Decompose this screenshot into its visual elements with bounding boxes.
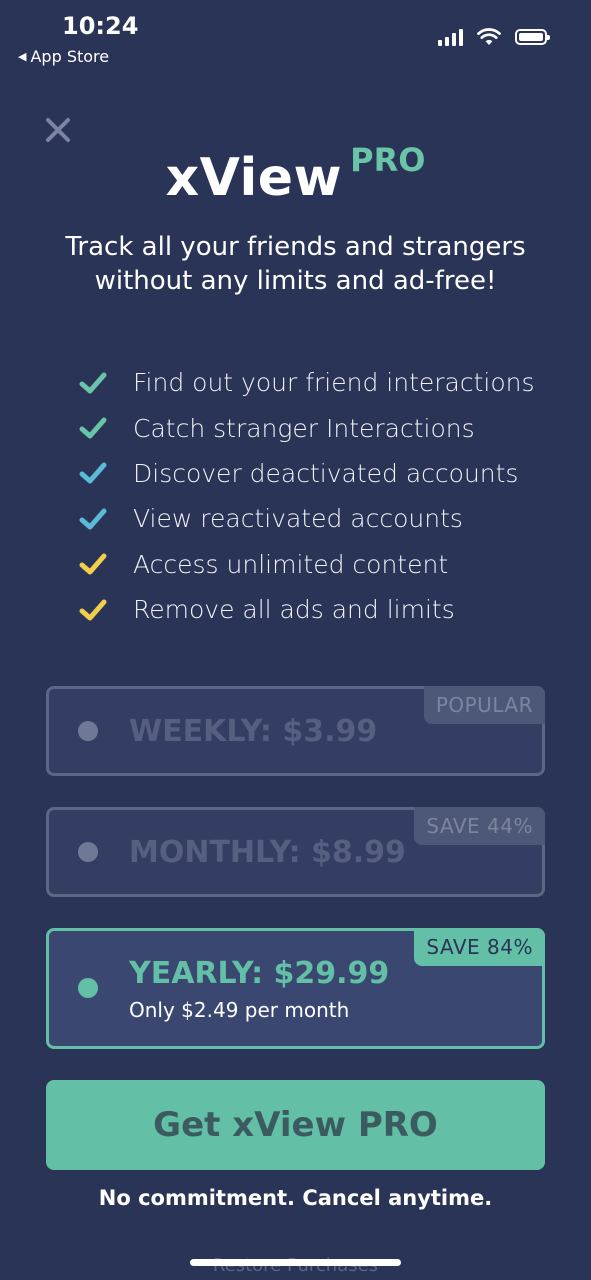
title-text: xView (165, 148, 343, 208)
status-icons (438, 28, 550, 46)
checkmark-icon (79, 417, 107, 439)
subtitle-line-2: without any limits and ad-free! (94, 266, 497, 296)
subtitle: Track all your friends and strangers wit… (0, 230, 591, 298)
back-to-app-store[interactable]: ◀ App Store (18, 47, 109, 66)
status-time: 10:24 (62, 12, 139, 40)
feature-text: View reactivated accounts (133, 504, 463, 534)
plan-badge: SAVE 84% (414, 928, 545, 966)
app-title: xView PRO (0, 141, 591, 208)
plan-label: MONTHLY: $8.99 (129, 835, 406, 870)
feature-item: Catch stranger Interactions (78, 405, 535, 450)
checkmark-icon (79, 372, 107, 394)
checkmark-icon (79, 599, 107, 621)
checkmark-icon (79, 508, 107, 530)
plan-label: WEEKLY: $3.99 (129, 714, 378, 749)
close-icon (46, 118, 70, 142)
back-triangle-icon: ◀ (18, 50, 27, 63)
get-pro-button[interactable]: Get xView PRO (46, 1080, 545, 1170)
subtitle-line-1: Track all your friends and strangers (65, 232, 526, 262)
plan-sublabel: Only $2.49 per month (129, 998, 350, 1022)
radio-icon (78, 721, 98, 741)
feature-item: Remove all ads and limits (78, 587, 535, 632)
plan-weekly[interactable]: WEEKLY: $3.99 POPULAR (46, 686, 545, 776)
feature-text: Remove all ads and limits (133, 595, 455, 625)
plan-badge: SAVE 44% (414, 807, 545, 845)
home-indicator[interactable] (190, 1259, 401, 1266)
feature-item: Access unlimited content (78, 542, 535, 587)
plan-label: YEARLY: $29.99 (129, 956, 390, 991)
battery-icon (515, 29, 550, 45)
radio-selected-icon (78, 978, 98, 998)
plan-badge: POPULAR (423, 686, 545, 724)
no-commitment-note: No commitment. Cancel anytime. (98, 1186, 493, 1210)
wifi-icon (477, 28, 501, 45)
feature-text: Catch stranger Interactions (133, 413, 475, 443)
plan-yearly[interactable]: YEARLY: $29.99 Only $2.49 per month SAVE… (46, 928, 545, 1049)
feature-item: Find out your friend interactions (78, 360, 535, 405)
feature-list: Find out your friend interactions Catch … (78, 360, 535, 632)
back-label: App Store (30, 47, 110, 66)
pro-badge: PRO (350, 141, 426, 179)
feature-text: Access unlimited content (133, 549, 449, 579)
checkmark-icon (79, 462, 107, 484)
feature-text: Find out your friend interactions (133, 368, 535, 398)
close-button[interactable] (44, 116, 72, 144)
checkmark-icon (79, 553, 107, 575)
plan-monthly[interactable]: MONTHLY: $8.99 SAVE 44% (46, 807, 545, 897)
feature-text: Discover deactivated accounts (133, 458, 519, 488)
feature-item: Discover deactivated accounts (78, 451, 535, 496)
radio-icon (78, 842, 98, 862)
signal-icon (438, 28, 463, 46)
feature-item: View reactivated accounts (78, 496, 535, 541)
